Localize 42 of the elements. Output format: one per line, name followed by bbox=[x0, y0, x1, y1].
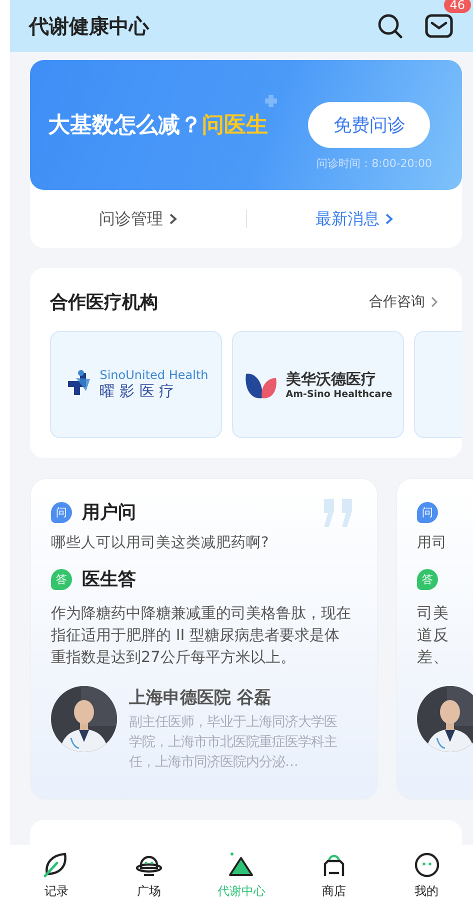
consult-hours: 问诊时间：8:00-20:00 bbox=[316, 156, 432, 170]
logo-text: 美华沃德医疗 bbox=[286, 370, 377, 388]
plus-icon bbox=[264, 94, 278, 108]
section-title: 合作医疗机构 bbox=[50, 291, 159, 314]
question-text: 哪些人可以用司美这类减肥药啊? bbox=[51, 534, 270, 552]
link-button[interactable]: 最新消息 bbox=[246, 208, 462, 230]
quote-mark-icon bbox=[321, 499, 355, 527]
mail-button[interactable] bbox=[425, 14, 453, 38]
answer-label: 医生答 bbox=[82, 568, 136, 591]
partner-tile[interactable] bbox=[414, 331, 462, 438]
question-text: 用司 bbox=[417, 534, 448, 552]
answer-badge: 答 bbox=[51, 568, 72, 590]
question-badge: 问 bbox=[417, 502, 438, 522]
chevron-icon bbox=[168, 213, 177, 225]
mail-icon bbox=[425, 14, 453, 38]
link-button[interactable]: 问诊管理 bbox=[30, 208, 246, 230]
question-label: 用户问 bbox=[82, 501, 136, 524]
face-icon bbox=[412, 851, 441, 879]
consult-link[interactable]: 合作咨询 bbox=[369, 293, 438, 311]
partner-tile[interactable]: SinoUnited Health 曜 影 医 疗 bbox=[50, 331, 222, 438]
banner-headline: 大基数怎么减？问医生 bbox=[48, 112, 269, 140]
question-badge: 问 bbox=[51, 502, 72, 522]
logo-text: SinoUnited Health bbox=[100, 368, 208, 382]
partner-tile[interactable]: 美华沃德医疗 Am-Sino Healthcare bbox=[232, 331, 404, 438]
answer-badge: 答 bbox=[417, 568, 438, 590]
mountain-icon bbox=[227, 851, 256, 879]
tab-item[interactable]: 我的 bbox=[380, 851, 473, 915]
search-icon bbox=[377, 13, 403, 39]
tab-item[interactable]: 广场 bbox=[102, 851, 196, 915]
answer-text: 司美 道反 差、 bbox=[417, 603, 450, 668]
doctor-name: 上海申德医院 谷磊 bbox=[129, 687, 272, 709]
chevron-icon bbox=[385, 213, 394, 225]
unread-count-badge: 46 bbox=[444, 0, 471, 13]
chevron-icon bbox=[431, 296, 438, 308]
logo-text: Am-Sino Healthcare bbox=[286, 388, 392, 400]
free-consult-button[interactable]: 免费问诊 bbox=[308, 102, 430, 148]
answer-text: 作为降糖药中降糖兼减重的司美格鲁肽，现在指征适用于肥胖的 II 型糖尿病患者要求是体重指数是达到27公斤每平方米以上。 bbox=[51, 603, 352, 668]
logo-text: 曜 影 医 疗 bbox=[100, 382, 176, 401]
doctor-bio: 副主任医师，毕业于上海同济大学医学院，上海市市北医院重症医学科主任，上海市同济医院内分泌… bbox=[129, 714, 337, 772]
tab-item[interactable]: 记录 bbox=[10, 851, 103, 915]
page-title: 代谢健康中心 bbox=[29, 12, 150, 40]
tab-item[interactable]: 商店 bbox=[288, 851, 380, 915]
